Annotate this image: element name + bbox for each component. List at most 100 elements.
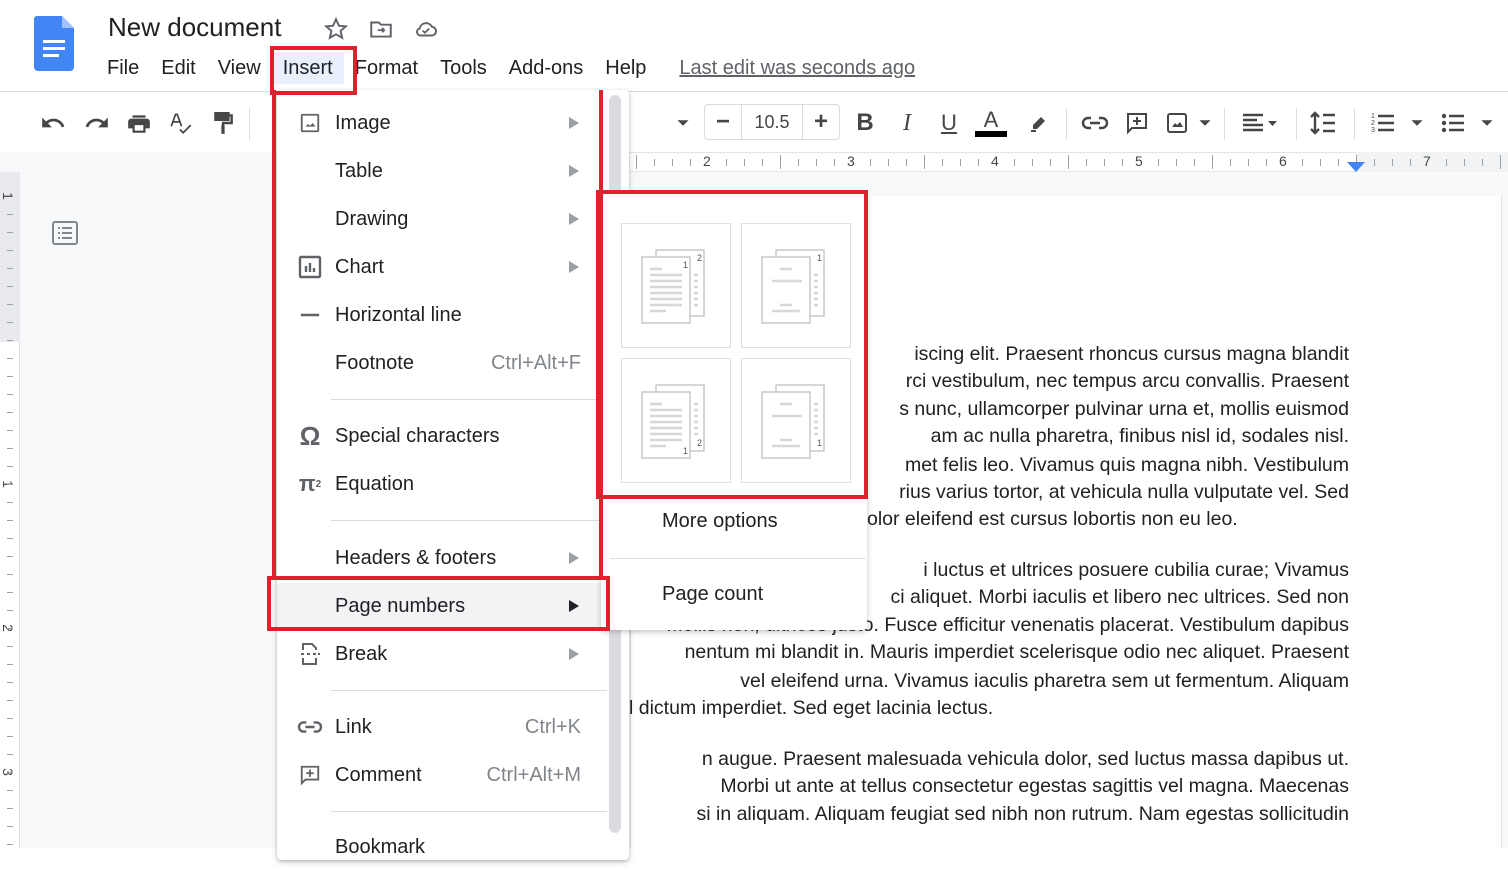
- svg-text:1: 1: [683, 260, 688, 270]
- last-edit-link[interactable]: Last edit was seconds ago: [679, 57, 915, 80]
- decrease-font-size-button[interactable]: −: [705, 105, 741, 139]
- redo-icon[interactable]: [82, 108, 112, 138]
- print-icon[interactable]: [124, 108, 154, 138]
- highlight-icon[interactable]: [1024, 108, 1054, 138]
- ruler-tick: [1158, 159, 1159, 166]
- page-number-option-bottom-skip-first[interactable]: 1: [741, 358, 851, 483]
- menu-item-comment[interactable]: Comment Ctrl+Alt+M: [277, 752, 607, 798]
- ruler-number: 7: [1423, 153, 1431, 169]
- menu-separator: [331, 520, 607, 521]
- ruler-margin-right: [1356, 152, 1508, 172]
- docs-logo-icon[interactable]: [34, 16, 74, 71]
- menu-file[interactable]: File: [96, 52, 150, 84]
- ruler-tick: [1410, 159, 1411, 166]
- submenu-arrow-icon: [569, 648, 579, 660]
- menu-addons[interactable]: Add-ons: [498, 52, 595, 84]
- ruler-tick: [1194, 159, 1195, 166]
- menu-help[interactable]: Help: [594, 52, 657, 84]
- insert-image-icon[interactable]: [1162, 108, 1192, 138]
- document-outline-icon[interactable]: [50, 218, 80, 248]
- menu-tools[interactable]: Tools: [429, 52, 498, 84]
- menu-item-equation[interactable]: π2 Equation: [277, 461, 607, 507]
- bold-icon[interactable]: B: [850, 108, 880, 138]
- svg-text:1: 1: [817, 253, 822, 263]
- underline-icon[interactable]: U: [934, 108, 964, 138]
- submenu-arrow-icon: [569, 552, 579, 564]
- move-to-folder-icon[interactable]: [368, 16, 394, 42]
- ruler-tick: [7, 646, 13, 647]
- menu-item-footnote[interactable]: Footnote Ctrl+Alt+F: [277, 340, 607, 386]
- toolbar-separator: [249, 108, 250, 140]
- ruler-tick: [7, 628, 13, 629]
- menu-item-bookmark[interactable]: Bookmark: [277, 824, 607, 870]
- menu-view[interactable]: View: [207, 52, 272, 84]
- ruler-tick: [7, 214, 13, 215]
- menu-edit[interactable]: Edit: [150, 52, 206, 84]
- menu-item-break[interactable]: Break: [277, 631, 607, 677]
- cloud-saved-icon[interactable]: [413, 16, 439, 42]
- undo-icon[interactable]: [38, 108, 68, 138]
- font-size-input[interactable]: 10.5: [741, 105, 803, 139]
- menu-item-table[interactable]: Table: [277, 148, 607, 194]
- ruler-number: 2: [703, 153, 711, 169]
- ruler-tick: [7, 340, 13, 341]
- bulleted-list-icon[interactable]: [1438, 108, 1468, 138]
- ruler-tick: [672, 159, 673, 166]
- ruler-tick: [654, 159, 655, 166]
- star-icon[interactable]: [323, 16, 349, 42]
- right-indent-marker[interactable]: [1346, 161, 1366, 173]
- text-line: Morbi ut ante at tellus consectetur eges…: [720, 775, 1349, 797]
- paint-format-icon[interactable]: [208, 108, 238, 138]
- image-options-dropdown-icon[interactable]: [1190, 108, 1220, 138]
- text-line: olor eleifend est cursus lobortis non eu…: [867, 508, 1238, 530]
- menu-format[interactable]: Format: [344, 52, 429, 84]
- menu-item-headers-footers[interactable]: Headers & footers: [277, 535, 607, 581]
- text-color-icon[interactable]: A: [975, 108, 1007, 138]
- ruler-tick: [942, 159, 943, 166]
- spellcheck-icon[interactable]: [166, 108, 196, 138]
- align-icon[interactable]: [1238, 108, 1282, 138]
- menu-item-special-characters[interactable]: Ω Special characters: [277, 413, 607, 459]
- ruler-tick: [1068, 155, 1069, 169]
- more-options-item[interactable]: More options: [662, 510, 778, 533]
- ruler-tick: [1014, 159, 1015, 166]
- ruler-tick: [762, 159, 763, 166]
- shortcut-text: Ctrl+Alt+M: [486, 763, 581, 786]
- page-number-option-top-all[interactable]: 2 1: [621, 223, 731, 348]
- numbered-list-dropdown-icon[interactable]: [1402, 108, 1432, 138]
- menu-insert[interactable]: Insert: [271, 52, 344, 84]
- page-count-item[interactable]: Page count: [662, 583, 763, 606]
- page-number-option-top-skip-first[interactable]: 1: [741, 223, 851, 348]
- ruler-tick: [870, 159, 871, 166]
- svg-text:1: 1: [1371, 113, 1375, 120]
- ruler-tick: [7, 520, 13, 521]
- document-title[interactable]: New document: [108, 12, 281, 43]
- ruler-tick: [7, 844, 13, 845]
- numbered-list-icon[interactable]: 123: [1368, 108, 1398, 138]
- menu-item-drawing[interactable]: Drawing: [277, 196, 607, 242]
- text-line: nentum mi blandit in. Mauris imperdiet s…: [684, 641, 1349, 663]
- page-number-bottom-skip-first-icon: 1: [761, 384, 825, 459]
- text-line: rius varius tortor, at vehicula nulla vu…: [899, 481, 1349, 503]
- menu-item-page-numbers[interactable]: Page numbers: [277, 583, 607, 629]
- add-comment-icon: [297, 762, 323, 788]
- text-line: ci aliquet. Morbi iaculis et libero nec …: [890, 586, 1349, 608]
- menu-item-link[interactable]: Link Ctrl+K: [277, 704, 607, 750]
- bulleted-list-dropdown-icon[interactable]: [1472, 108, 1502, 138]
- font-dropdown-icon[interactable]: [668, 108, 698, 138]
- link-icon[interactable]: [1080, 108, 1110, 138]
- page-number-top-all-pages-icon: 2 1: [641, 249, 705, 324]
- line-spacing-icon[interactable]: [1308, 108, 1338, 138]
- italic-icon[interactable]: I: [892, 108, 922, 138]
- page-number-option-bottom-all[interactable]: 2 1: [621, 358, 731, 483]
- menu-item-image[interactable]: Image: [277, 100, 607, 146]
- ruler-tick: [1464, 159, 1465, 166]
- ruler-tick: [7, 322, 13, 323]
- increase-font-size-button[interactable]: +: [803, 105, 839, 139]
- menu-item-chart[interactable]: Chart: [277, 244, 607, 290]
- ruler-tick: [7, 592, 13, 593]
- ruler-tick: [1500, 155, 1501, 169]
- ruler-number: 5: [1135, 153, 1143, 169]
- menu-item-horizontal-line[interactable]: Horizontal line: [277, 292, 607, 338]
- add-comment-icon[interactable]: [1122, 108, 1152, 138]
